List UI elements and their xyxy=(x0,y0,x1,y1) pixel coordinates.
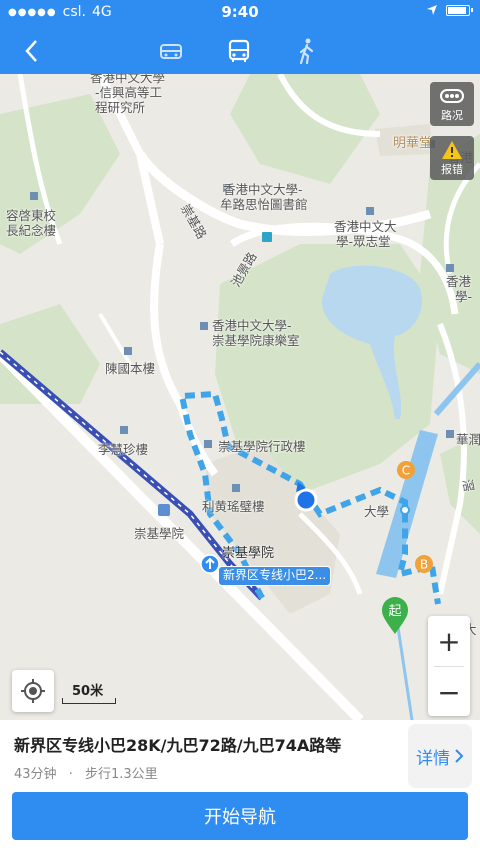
route-duration: 43分钟 xyxy=(14,767,57,782)
svg-text:B: B xyxy=(420,558,428,572)
map-label: 崇基學院康樂室 xyxy=(212,333,300,348)
route-panel: 新界区专线小巴28K/九巴72路/九巴74A路等 43分钟 · 步行1.3公里 … xyxy=(0,720,480,854)
route-title: 新界区专线小巴28K/九巴72路/九巴74A路等 xyxy=(14,736,342,755)
route-summary: 43分钟 · 步行1.3公里 xyxy=(14,763,158,782)
map-label: 牟路思怡圖書館 xyxy=(220,197,308,212)
map-view[interactable]: 香港中文大學 -信興高等工 程研究所 明華堂 香港 容啓東校 長紀念樓 香港中文… xyxy=(0,74,480,720)
walk-icon[interactable] xyxy=(292,36,322,66)
battery-icon xyxy=(446,4,473,16)
map-label: 學- xyxy=(455,289,473,304)
svg-text:C: C xyxy=(402,464,410,478)
chevron-right-icon xyxy=(455,749,464,763)
location-arrow-icon xyxy=(427,5,437,15)
traffic-button[interactable]: 路况 xyxy=(430,82,474,126)
details-label: 详情 xyxy=(416,748,450,769)
map-label: -信興高等工 xyxy=(95,85,163,100)
zoom-out-button[interactable]: − xyxy=(428,667,470,717)
bus-icon[interactable] xyxy=(224,36,254,66)
map-label: 香港中文大 xyxy=(334,219,397,234)
map-label: 陳國本樓 xyxy=(105,361,156,376)
bus-line-tag[interactable]: 新界区专线小巴2... xyxy=(218,566,332,586)
map-label: 李慧珍樓 xyxy=(98,442,149,457)
map-label: 崇基學院行政樓 xyxy=(218,439,306,454)
zoom-control: + − xyxy=(428,616,470,716)
warning-icon xyxy=(442,141,462,159)
scale-bar xyxy=(62,698,116,704)
map-label: 崇基學院 xyxy=(134,526,185,541)
clock: 9:40 xyxy=(221,3,259,21)
transfer-b-badge: B xyxy=(415,555,433,573)
report-label: 报错 xyxy=(441,163,463,176)
route-walk-distance: 步行1.3公里 xyxy=(84,767,158,782)
map-label: 大學 xyxy=(364,504,390,519)
map-label: 利黄瑤璧樓 xyxy=(202,499,265,514)
nav-bar xyxy=(0,26,480,74)
zoom-in-button[interactable]: + xyxy=(428,616,470,666)
back-chevron-icon[interactable] xyxy=(18,36,48,66)
map-label: 容啓東校 xyxy=(6,208,57,223)
crosshair-icon xyxy=(21,679,45,703)
map-label: 香港中文大學- xyxy=(223,182,303,197)
traffic-label: 路况 xyxy=(441,109,463,122)
map-label: 程研究所 xyxy=(95,100,146,115)
status-bar: ●●●●● csl. 4G 9:40 xyxy=(0,0,480,26)
details-button[interactable]: 详情 xyxy=(408,724,472,788)
map-label: 香港中文大學 xyxy=(90,74,166,85)
traffic-icon xyxy=(440,89,464,103)
svg-text:起: 起 xyxy=(388,604,401,619)
map-label: 明華堂 xyxy=(393,136,433,151)
map-label: 香港中文大學- xyxy=(212,318,292,333)
car-icon[interactable] xyxy=(156,36,186,66)
locate-button[interactable] xyxy=(12,670,54,712)
route-separator: · xyxy=(68,767,73,782)
map-label: 長紀念樓 xyxy=(6,223,57,238)
map-label: 華潤 xyxy=(456,432,480,447)
bus-stop-icon[interactable] xyxy=(200,554,220,574)
scale-label: 50米 xyxy=(72,684,104,699)
start-navigation-button[interactable]: 开始导航 xyxy=(12,792,468,840)
transfer-c-badge: C xyxy=(397,461,415,479)
map-label: 崇基學院 xyxy=(222,546,275,561)
map-label: 香港 xyxy=(446,274,472,289)
map-label: 滘 xyxy=(459,478,477,493)
report-button[interactable]: 报错 xyxy=(430,136,474,180)
start-point-marker-icon: 起 xyxy=(382,597,408,634)
map-label: 學-眾志堂 xyxy=(336,234,391,249)
map-scale: 50米 xyxy=(62,680,116,708)
